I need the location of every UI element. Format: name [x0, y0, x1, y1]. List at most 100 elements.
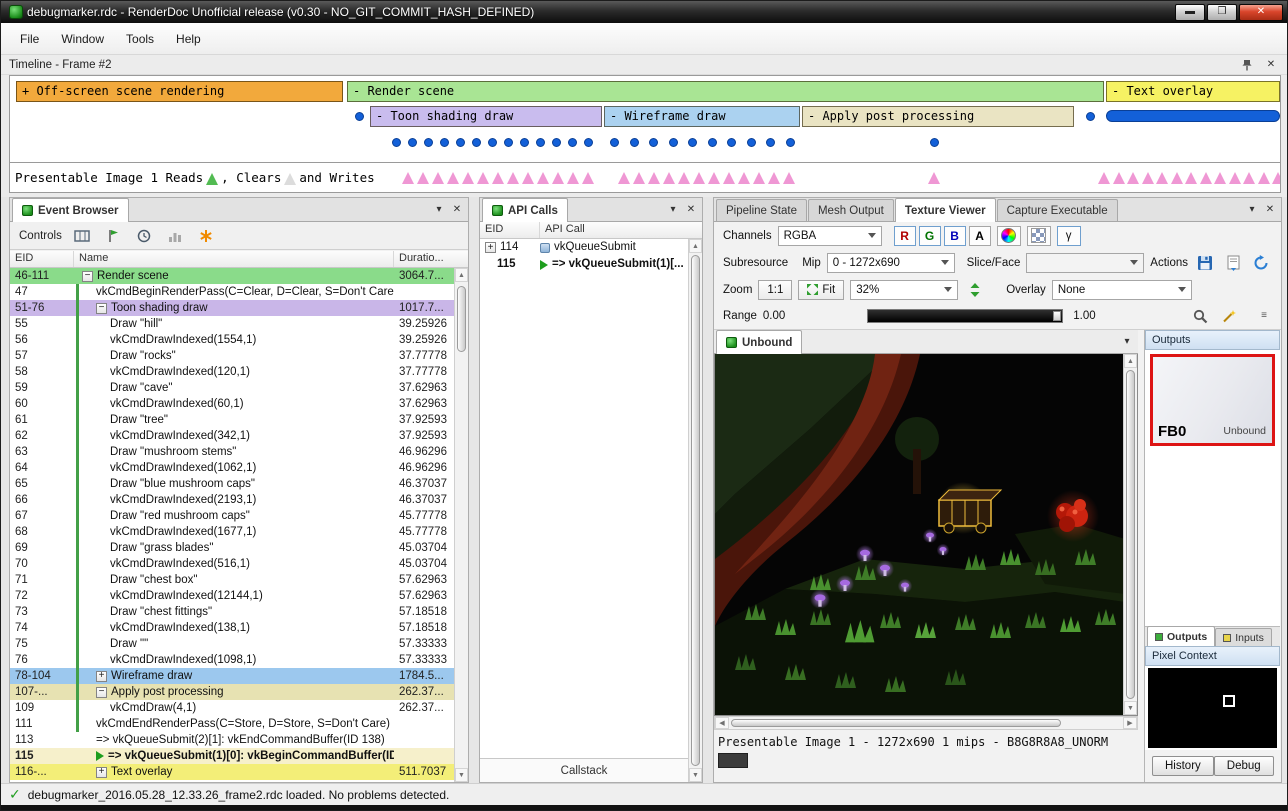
debug-button[interactable]: Debug: [1214, 756, 1274, 776]
wand-icon[interactable]: [1218, 306, 1240, 326]
api-call-row[interactable]: 115=> vkQueueSubmit(1)[...: [480, 256, 688, 273]
tab-api-calls[interactable]: API Calls: [482, 198, 568, 222]
close-icon[interactable]: ✕: [1263, 58, 1279, 72]
event-row[interactable]: 78-104+Wireframe draw1784.5...: [10, 668, 454, 684]
usage-triangle[interactable]: [1258, 172, 1270, 184]
usage-triangle[interactable]: [1272, 172, 1280, 184]
range-slider-handle[interactable]: [1053, 311, 1061, 321]
usage-triangle[interactable]: [507, 172, 519, 184]
expand-toggle[interactable]: −: [96, 687, 107, 698]
tab-pipeline-state[interactable]: Pipeline State: [716, 199, 807, 221]
usage-triangle[interactable]: [447, 172, 459, 184]
timeline-draw-dot[interactable]: [355, 112, 364, 121]
tab-event-browser[interactable]: Event Browser: [12, 198, 129, 222]
event-row[interactable]: 56vkCmdDrawIndexed(1554,1)39.25926: [10, 332, 454, 348]
scroll-down-icon[interactable]: ▼: [689, 768, 702, 782]
tab-texture-viewer[interactable]: Texture Viewer: [895, 198, 996, 222]
event-row[interactable]: 116-...+Text overlay511.7037: [10, 764, 454, 780]
usage-triangle[interactable]: [618, 172, 630, 184]
usage-triangle[interactable]: [492, 172, 504, 184]
custom-color-button[interactable]: [997, 226, 1021, 246]
event-row[interactable]: 113=> vkQueueSubmit(2)[1]: vkEndCommandB…: [10, 732, 454, 748]
timeline-draw-dot[interactable]: [392, 138, 401, 147]
usage-triangle[interactable]: [477, 172, 489, 184]
api-calls-scrollbar[interactable]: ▲ ▼: [688, 239, 702, 782]
usage-triangle[interactable]: [1142, 172, 1154, 184]
timeline-bar[interactable]: - Text overlay: [1106, 81, 1280, 102]
timeline-draw-dot[interactable]: [747, 138, 756, 147]
event-row[interactable]: 47vkCmdBeginRenderPass(C=Clear, D=Clear,…: [10, 284, 454, 300]
usage-triangle[interactable]: [582, 172, 594, 184]
usage-triangle[interactable]: [1171, 172, 1183, 184]
timeline-draw-dot[interactable]: [584, 138, 593, 147]
dock-close-icon[interactable]: ✕: [1262, 203, 1278, 217]
event-row[interactable]: 60vkCmdDrawIndexed(60,1)37.62963: [10, 396, 454, 412]
event-row[interactable]: 111vkCmdEndRenderPass(C=Store, D=Store, …: [10, 716, 454, 732]
timeline-draw-dot[interactable]: [688, 138, 697, 147]
event-row[interactable]: 107-...−Apply post processing262.37...: [10, 684, 454, 700]
usage-triangle[interactable]: [567, 172, 579, 184]
usage-triangle[interactable]: [1243, 172, 1255, 184]
overlay-select[interactable]: None: [1052, 280, 1192, 300]
scroll-thumb[interactable]: [731, 719, 1061, 727]
event-row[interactable]: 51-76−Toon shading draw1017.7...: [10, 300, 454, 316]
alpha-checker-button[interactable]: [1027, 226, 1051, 246]
usage-triangle[interactable]: [522, 172, 534, 184]
range-slider[interactable]: [867, 309, 1063, 323]
zoom-level-select[interactable]: 32%: [850, 280, 958, 300]
export-icon[interactable]: [1222, 253, 1244, 273]
texture-horizontal-scrollbar[interactable]: ◀ ▶: [714, 716, 1138, 730]
menu-tools[interactable]: Tools: [115, 28, 165, 50]
event-row[interactable]: 75Draw ""57.33333: [10, 636, 454, 652]
usage-triangle[interactable]: [552, 172, 564, 184]
refresh-icon[interactable]: [1250, 253, 1272, 273]
timeline-draw-dot[interactable]: [766, 138, 775, 147]
menu-window[interactable]: Window: [50, 28, 115, 50]
timeline-draw-dot[interactable]: [630, 138, 639, 147]
flip-vertical-icon[interactable]: [964, 280, 986, 300]
star-icon[interactable]: [195, 226, 217, 246]
background-color-swatch[interactable]: [718, 753, 748, 768]
usage-triangle[interactable]: [417, 172, 429, 184]
channel-a-button[interactable]: A: [969, 226, 991, 246]
event-row[interactable]: 71Draw "chest box"57.62963: [10, 572, 454, 588]
usage-triangle[interactable]: [708, 172, 720, 184]
column-eid[interactable]: EID: [480, 222, 540, 238]
usage-triangle[interactable]: [462, 172, 474, 184]
zoom-1to1-button[interactable]: 1:1: [758, 280, 792, 300]
titlebar[interactable]: debugmarker.rdc - RenderDoc Unofficial r…: [1, 1, 1287, 23]
usage-triangle[interactable]: [1200, 172, 1212, 184]
usage-triangle[interactable]: [402, 172, 414, 184]
column-eid[interactable]: EID: [10, 251, 74, 267]
scroll-up-icon[interactable]: ▲: [689, 239, 702, 253]
tab-unbound-texture[interactable]: Unbound: [716, 330, 802, 354]
usage-triangle[interactable]: [928, 172, 940, 184]
maximize-button[interactable]: ❒: [1207, 4, 1237, 21]
timeline-draw-dot[interactable]: [520, 138, 529, 147]
tab-mesh-output[interactable]: Mesh Output: [808, 199, 894, 221]
timeline-draw-dot[interactable]: [424, 138, 433, 147]
event-row[interactable]: 76vkCmdDrawIndexed(1098,1)57.33333: [10, 652, 454, 668]
gamma-button[interactable]: γ: [1057, 226, 1081, 246]
expand-toggle[interactable]: −: [82, 271, 93, 282]
timeline-draw-dot[interactable]: [568, 138, 577, 147]
event-row[interactable]: 66vkCmdDrawIndexed(2193,1)46.37037: [10, 492, 454, 508]
texture-preview-image[interactable]: [715, 354, 1125, 716]
expand-toggle[interactable]: +: [485, 242, 496, 253]
usage-triangle[interactable]: [768, 172, 780, 184]
timeline-draw-dot[interactable]: [727, 138, 736, 147]
fit-button[interactable]: Fit: [798, 280, 844, 300]
usage-triangle[interactable]: [537, 172, 549, 184]
dock-menu-icon[interactable]: ▾: [431, 203, 447, 217]
dock-menu-icon[interactable]: ▾: [1244, 203, 1260, 217]
dock-menu-icon[interactable]: ▾: [665, 203, 681, 217]
usage-triangle[interactable]: [723, 172, 735, 184]
timeline-filter-icon[interactable]: [71, 226, 93, 246]
magnifier-icon[interactable]: [1190, 306, 1212, 326]
usage-triangle[interactable]: [432, 172, 444, 184]
usage-triangle[interactable]: [1098, 172, 1110, 184]
usage-triangle[interactable]: [1214, 172, 1226, 184]
usage-triangle[interactable]: [648, 172, 660, 184]
stats-chart-icon[interactable]: [164, 226, 186, 246]
menu-help[interactable]: Help: [165, 28, 212, 50]
